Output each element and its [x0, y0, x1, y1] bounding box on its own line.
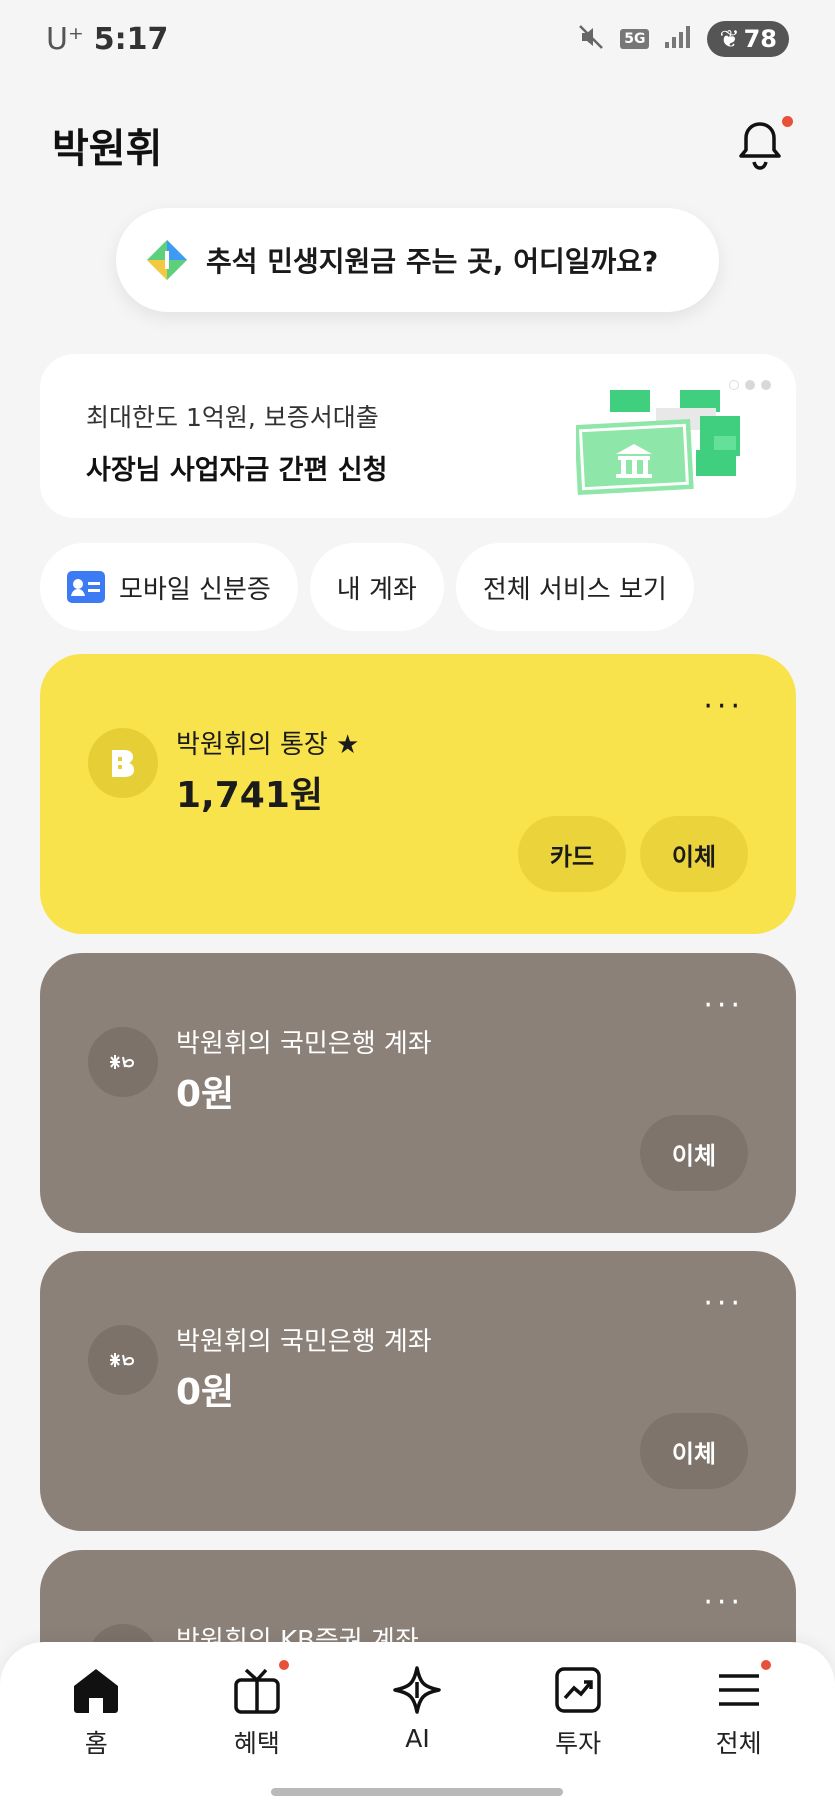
banner-pagination: [729, 380, 771, 390]
page-title: 박원휘: [52, 126, 163, 172]
chip-label: 전체 서비스 보기: [482, 574, 667, 605]
quick-chips: 모바일 신분증 내 계좌 전체 서비스 보기: [40, 543, 694, 631]
nav-label: 홈: [84, 1729, 108, 1758]
money-bank-illustration: [576, 390, 740, 495]
account-balance: 0원: [176, 1372, 235, 1413]
chip-label: 모바일 신분증: [119, 574, 271, 605]
promo-text: 추석 민생지원금 주는 곳, 어디일까요?: [206, 245, 659, 278]
notification-badge: [760, 1660, 771, 1670]
leaf-icon: ❦: [719, 25, 740, 53]
account-name: 박원휘의 국민은행 계좌: [176, 1327, 432, 1357]
loan-banner[interactable]: 최대한도 1억원, 보증서대출 사장님 사업자금 간편 신청: [40, 354, 796, 518]
card-button[interactable]: 카드: [518, 816, 626, 892]
chart-icon: [552, 1664, 604, 1716]
bottom-navigation: 홈 혜택 AI 투자 전체: [0, 1642, 835, 1810]
account-actions: 이체: [640, 1413, 748, 1489]
more-options-button[interactable]: ···: [703, 1588, 744, 1618]
pagination-dot: [761, 380, 771, 390]
notification-button[interactable]: [737, 116, 793, 170]
ai-sparkle-icon: [391, 1664, 443, 1716]
more-options-button[interactable]: ···: [703, 692, 744, 722]
account-card-kb-2[interactable]: ··· 박원휘의 국민은행 계좌 0원 이체: [40, 1251, 796, 1531]
transfer-button[interactable]: 이체: [640, 816, 748, 892]
pagination-dot: [729, 380, 739, 390]
carrier-time: U⁺ 5:17: [46, 22, 168, 57]
transfer-button[interactable]: 이체: [640, 1115, 748, 1191]
chip-label: 내 계좌: [336, 574, 417, 605]
nav-label: 전체: [715, 1729, 762, 1758]
account-name: 박원휘의 통장 ★: [176, 730, 360, 760]
carrier-label: U⁺: [46, 21, 84, 57]
transfer-button[interactable]: 이체: [640, 1413, 748, 1489]
account-card-kb-1[interactable]: ··· 박원휘의 국민은행 계좌 0원 이체: [40, 953, 796, 1233]
ai-sparkle-icon: [147, 240, 187, 280]
chip-all-services[interactable]: 전체 서비스 보기: [455, 543, 694, 631]
clock: 5:17: [93, 21, 169, 57]
app-header: 박원휘: [52, 110, 793, 180]
battery-level: 78: [743, 25, 777, 53]
account-name: 박원휘의 국민은행 계좌: [176, 1029, 432, 1059]
mute-icon: [576, 22, 606, 56]
account-card-kakaobank[interactable]: ··· 박원휘의 통장 ★ 1,741원 카드 이체: [40, 654, 796, 934]
nav-label: 혜택: [233, 1729, 280, 1758]
battery-indicator: ❦ 78: [707, 21, 789, 57]
status-bar: U⁺ 5:17 5G ❦ 78: [0, 0, 835, 78]
kb-logo: [88, 1325, 158, 1395]
network-5g-icon: 5G: [620, 29, 650, 49]
bell-icon: [739, 122, 781, 170]
account-balance: 0원: [176, 1074, 235, 1115]
more-options-button[interactable]: ···: [703, 1289, 744, 1319]
chip-mobile-id[interactable]: 모바일 신분증: [40, 543, 298, 631]
nav-all-menu[interactable]: 전체: [658, 1660, 819, 1810]
nav-home[interactable]: 홈: [16, 1664, 177, 1810]
chip-my-account[interactable]: 내 계좌: [309, 543, 444, 631]
home-indicator-bar[interactable]: [271, 1788, 563, 1796]
status-icons: 5G ❦ 78: [576, 21, 789, 57]
more-options-button[interactable]: ···: [703, 991, 744, 1021]
notification-badge: [782, 116, 793, 127]
nav-label: 투자: [555, 1729, 602, 1758]
kakaobank-logo: [88, 728, 158, 798]
pagination-dot: [745, 380, 755, 390]
id-card-icon: [67, 571, 105, 603]
gift-icon: [231, 1660, 289, 1716]
account-actions: 카드 이체: [518, 816, 748, 892]
nav-label: AI: [405, 1724, 430, 1753]
promo-pill[interactable]: 추석 민생지원금 주는 곳, 어디일까요?: [116, 208, 719, 312]
notification-badge: [278, 1660, 289, 1670]
account-balance: 1,741원: [176, 775, 323, 816]
menu-icon: [713, 1660, 771, 1716]
signal-icon: [663, 24, 693, 54]
home-icon: [70, 1664, 122, 1716]
account-actions: 이체: [640, 1115, 748, 1191]
kb-logo: [88, 1027, 158, 1097]
